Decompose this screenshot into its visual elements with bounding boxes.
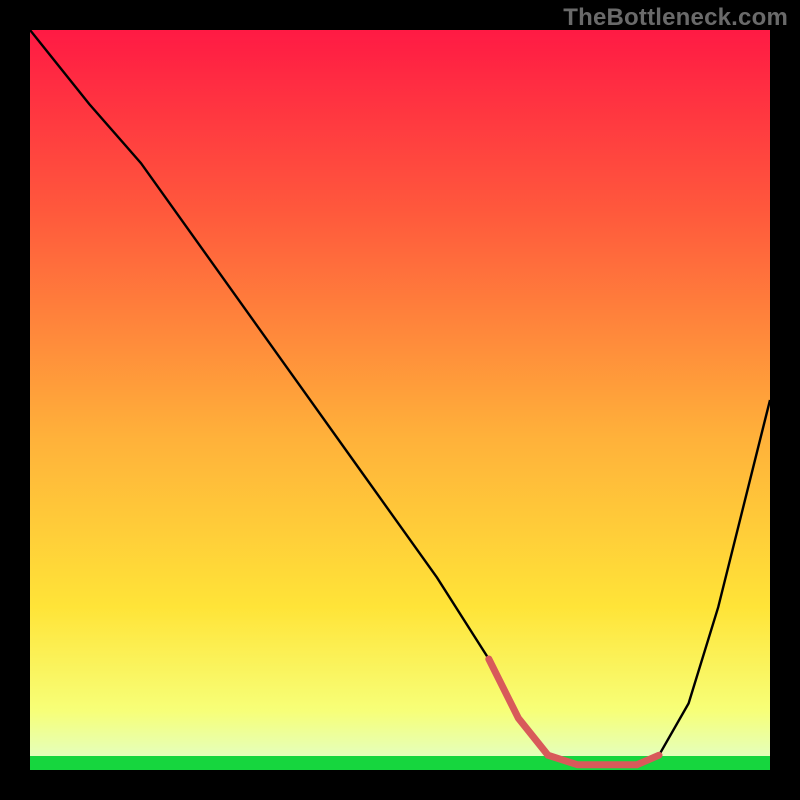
bottleneck-curve [30,30,770,765]
plot-area [30,30,770,770]
chart-frame: TheBottleneck.com [0,0,800,800]
watermark-text: TheBottleneck.com [563,4,788,32]
bottleneck-curve-highlight [489,659,659,765]
curve-layer [30,30,770,770]
